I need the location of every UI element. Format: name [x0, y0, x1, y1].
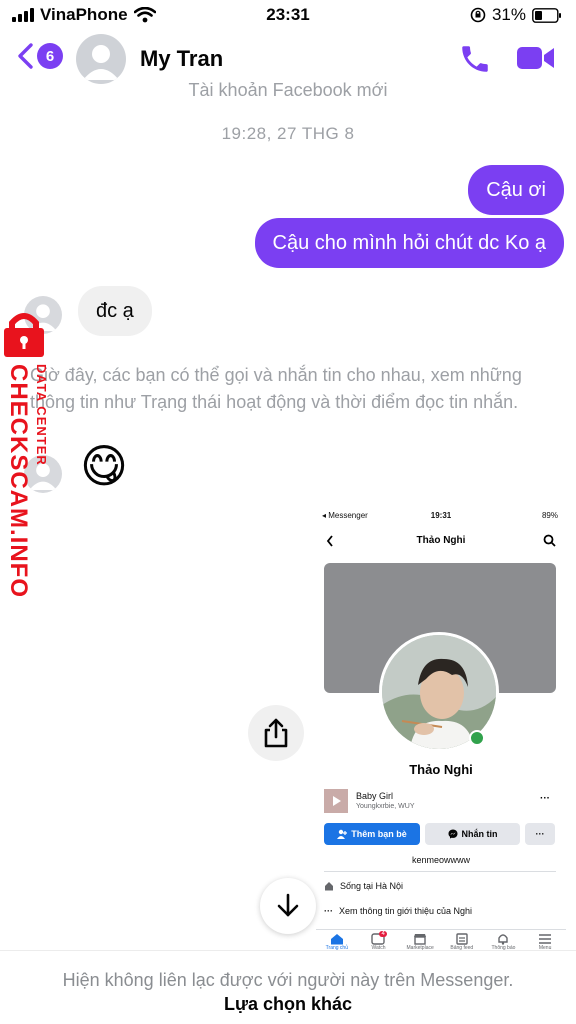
- connection-info-text: Giờ đây, các bạn có thể gọi và nhắn tin …: [30, 365, 522, 412]
- share-icon: [264, 718, 288, 748]
- ellipsis-icon: ···: [324, 906, 333, 916]
- profile-song: Baby Girl Youngkxrbie, WUY ···: [324, 789, 556, 815]
- tab-home: Trang chủ: [323, 933, 351, 951]
- video-call-button[interactable]: [516, 44, 556, 77]
- voice-call-button[interactable]: [458, 42, 492, 81]
- online-status-dot: [469, 730, 485, 746]
- video-camera-icon: [517, 47, 554, 69]
- see-intro-text: Xem thông tin giới thiệu của Nghi: [339, 906, 472, 916]
- contact-avatar[interactable]: [76, 34, 126, 84]
- contact-name[interactable]: My Tran: [140, 46, 223, 72]
- screenshot-nav: Thảo Nghi: [316, 531, 566, 555]
- watermark-site: CHECKSCAM.INFO: [5, 364, 32, 598]
- profile-name: Thảo Nghi: [409, 762, 473, 777]
- chevron-left-icon: [18, 43, 33, 69]
- tab-marketplace: Marketplace: [406, 933, 434, 951]
- screenshot-time: 19:31: [430, 511, 452, 520]
- search-icon: [543, 534, 556, 547]
- add-person-icon: [337, 829, 348, 839]
- more-options-icon: ···: [540, 793, 550, 804]
- arrow-down-icon: [277, 893, 299, 917]
- tab-menu: Menu: [531, 933, 559, 951]
- unreachable-notice: Hiện không liên lạc được với người này t…: [62, 970, 514, 990]
- divider: [324, 871, 556, 872]
- song-title: Baby Girl: [356, 791, 394, 801]
- emoji-message[interactable]: 😋: [80, 438, 128, 494]
- home-icon: [325, 882, 333, 891]
- other-options-button[interactable]: Lựa chọn khác: [0, 994, 576, 1015]
- home-icon: [330, 934, 343, 945]
- profile-username: kenmeowwww: [411, 855, 471, 865]
- tab-badge: 4: [379, 931, 387, 937]
- screenshot-title: Thảo Nghi: [416, 535, 466, 546]
- screenshot-battery: 89%: [541, 511, 558, 520]
- battery-percent: 31%: [491, 5, 526, 24]
- add-friend-label: Thêm bạn bè: [351, 829, 407, 839]
- default-avatar-icon: [83, 45, 119, 80]
- orientation-lock-icon: [470, 7, 486, 23]
- song-cover-icon: [324, 789, 348, 813]
- composer-disabled-footer: Hiện không liên lạc được với người này t…: [0, 950, 576, 1024]
- message-timestamp: 19:28, 27 THG 8: [221, 124, 355, 143]
- incoming-message[interactable]: đc ạ: [78, 286, 152, 336]
- outgoing-message[interactable]: Cậu ơi: [468, 165, 564, 215]
- messenger-icon: [448, 829, 457, 839]
- back-button[interactable]: 6: [16, 42, 63, 70]
- lives-in-row: Sống tại Hà Nội: [324, 881, 403, 891]
- watermark-subtitle: DATA CENTER: [34, 364, 49, 466]
- see-intro-row: ··· Xem thông tin giới thiệu của Nghi: [324, 906, 472, 916]
- tab-notifications: Thông báo: [489, 933, 517, 951]
- profile-more-button: ···: [525, 823, 555, 845]
- unread-badge: 6: [37, 43, 63, 69]
- status-bar: VinaPhone 23:31 31%: [0, 0, 576, 32]
- outgoing-message[interactable]: Cậu cho mình hỏi chút dc Ko ạ: [254, 218, 564, 268]
- phone-icon: [462, 46, 488, 72]
- tab-feeds: Bảng feed: [448, 933, 476, 951]
- account-notice: Tài khoản Facebook mới: [188, 80, 388, 100]
- lives-in-text: Sống tại Hà Nội: [340, 881, 404, 891]
- song-artist: Youngkxrbie, WUY: [356, 803, 415, 810]
- shared-profile-screenshot[interactable]: ◂ Messenger 19:31 89% Thảo Nghi Thảo Ngh…: [316, 505, 566, 951]
- add-friend-button: Thêm bạn bè: [324, 823, 420, 845]
- battery-group: 31%: [470, 5, 562, 25]
- message-label: Nhắn tin: [461, 829, 498, 839]
- hamburger-icon: [539, 934, 552, 944]
- tab-watch: 4 Watch: [371, 931, 387, 951]
- feed-icon: [456, 933, 468, 945]
- battery-icon: [532, 7, 561, 23]
- padlock-watermark-icon: [4, 313, 44, 357]
- message-button: Nhắn tin: [425, 823, 520, 845]
- share-button[interactable]: [248, 705, 304, 761]
- screenshot-tab-bar: Trang chủ 4 Watch Marketplace Bảng feed …: [316, 929, 566, 951]
- shop-icon: [414, 934, 427, 945]
- bell-icon: [498, 934, 509, 945]
- scroll-to-bottom-button[interactable]: [260, 878, 316, 934]
